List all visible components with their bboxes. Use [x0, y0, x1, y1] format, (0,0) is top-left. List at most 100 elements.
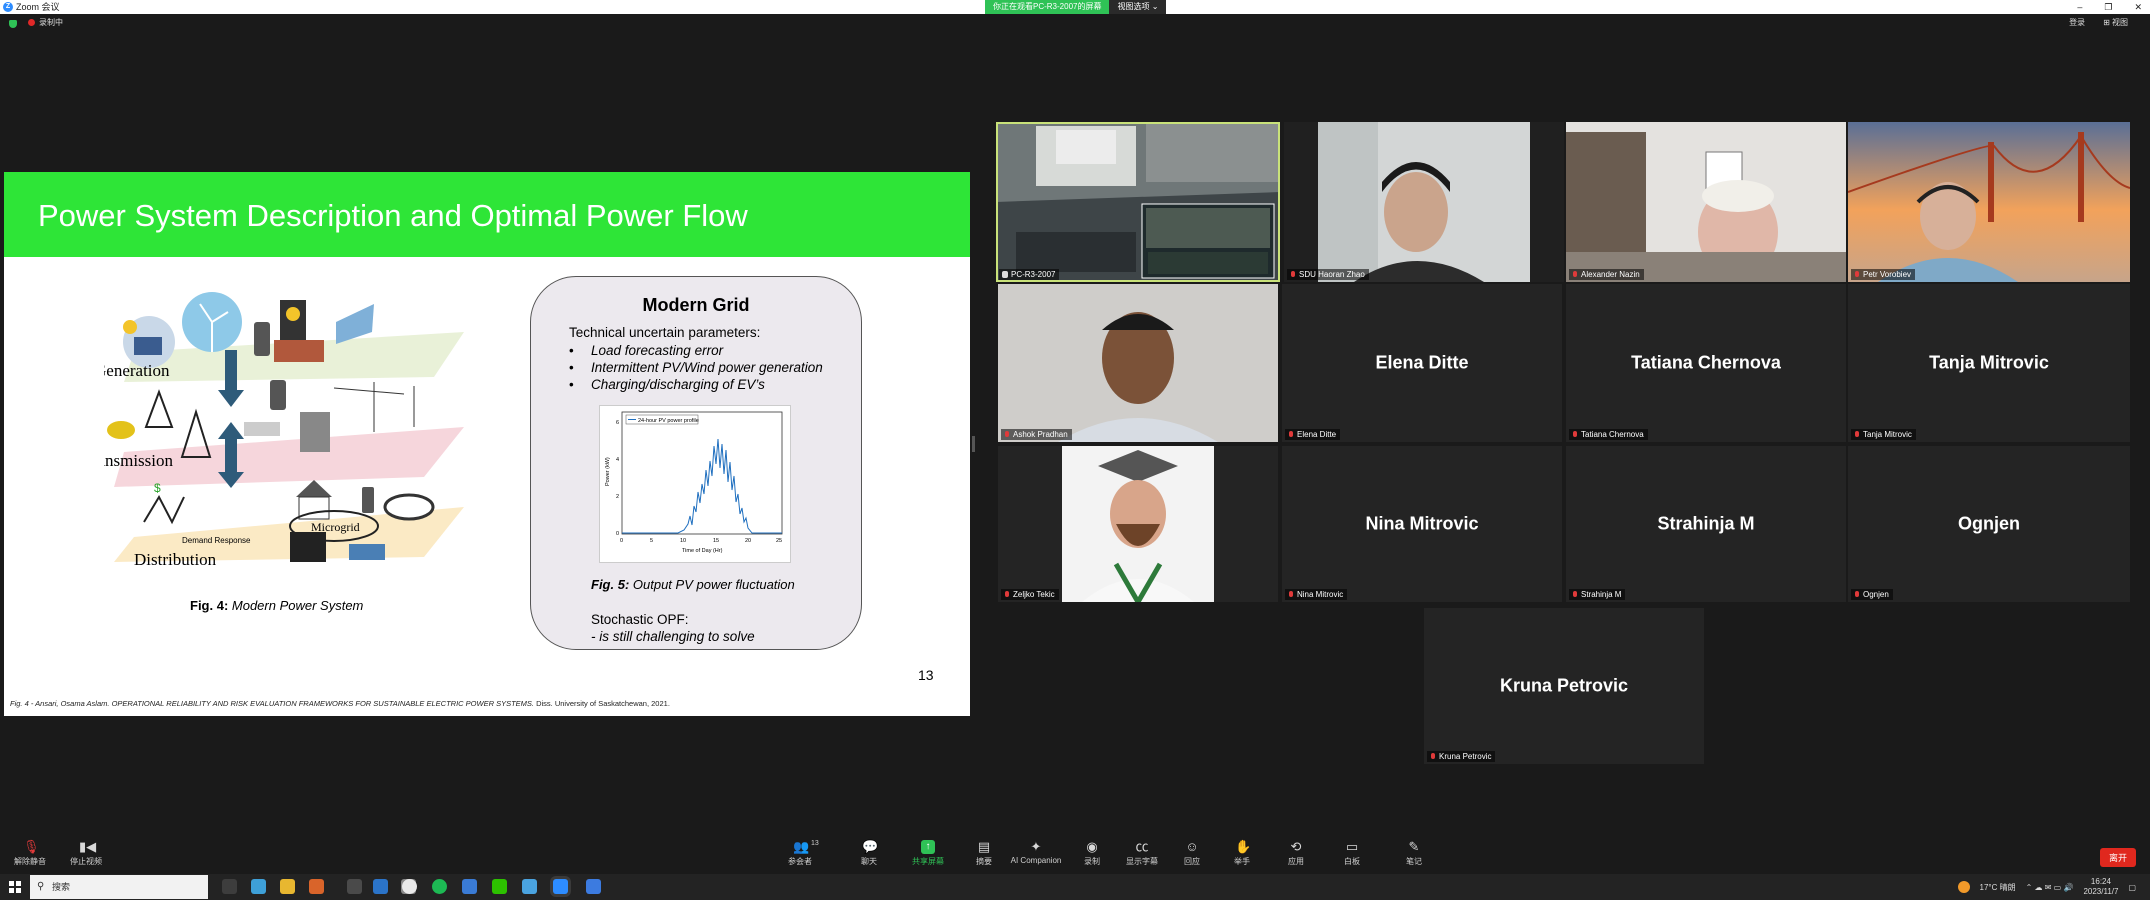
participant-name: Kruna Petrovic	[1439, 752, 1492, 761]
video-tile-kruna-petrovic[interactable]: Kruna Petrovic Kruna Petrovic	[1424, 608, 1704, 764]
close-button[interactable]: ✕	[2134, 0, 2142, 14]
whiteboard-icon: ▭	[1345, 839, 1359, 854]
solar-row-icon	[349, 544, 385, 560]
summary-button[interactable]: ▤ 摘要	[956, 840, 1012, 867]
wechat-icon[interactable]	[492, 879, 507, 894]
video-tile-sdu-haoran-zhao[interactable]: SDU Haoran Zhao	[1284, 122, 1564, 282]
taskbar-search-input[interactable]: ⚲ 搜索	[30, 875, 208, 899]
x-tick: 10	[680, 538, 686, 544]
pv-curve	[622, 438, 782, 534]
leave-button[interactable]: 离开	[2099, 848, 2136, 867]
spotify-icon[interactable]	[432, 879, 447, 894]
arrow-up-down-icon	[225, 437, 237, 473]
captions-label: 显示字幕	[1126, 857, 1158, 866]
stochastic-line-1: Stochastic OPF:	[591, 612, 689, 627]
mic-muted-icon	[1290, 271, 1296, 278]
demand-wave-icon	[143, 494, 185, 525]
video-tile-pc-r3-2007[interactable]: PC-R3-2007	[996, 122, 1280, 282]
participant-video	[1566, 122, 1846, 282]
recording-indicator[interactable]: 录制中	[28, 17, 63, 28]
view-options-button[interactable]: 视图选项 ⌄	[1109, 0, 1167, 14]
participant-name: Strahinja M	[1581, 590, 1622, 599]
captions-button[interactable]: ㏄显示字幕	[1114, 840, 1170, 867]
chat-button[interactable]: 💬 聊天	[841, 840, 897, 867]
share-banner: 你正在观看PC-R3-2007的屏幕 视图选项 ⌄	[985, 0, 1167, 14]
participant-display-name: Elena Ditte	[1375, 352, 1469, 373]
search-icon: ⚲	[37, 881, 45, 892]
summary-icon: ▤	[977, 839, 991, 854]
reactions-button[interactable]: ☺ 回应	[1164, 840, 1220, 867]
app-icon[interactable]	[522, 879, 537, 894]
share-screen-button[interactable]: ↑ 共享屏幕	[900, 840, 956, 867]
whiteboard-label: 白板	[1344, 857, 1360, 866]
video-tile-strahinja-m[interactable]: Strahinja M Strahinja M	[1566, 446, 1846, 602]
participant-nameplate: Ashok Pradhan	[1001, 429, 1072, 440]
windows-start-icon[interactable]	[9, 881, 21, 893]
start-video-button[interactable]: ▮◀ 停止视频	[58, 840, 114, 867]
notification-icon[interactable]: ▢	[2128, 883, 2136, 892]
building-icon	[290, 532, 326, 562]
login-button[interactable]: 登录	[2069, 17, 2085, 28]
tray-icons[interactable]: ⌃ ☁ ✉ ▭ 🔊	[2026, 883, 2074, 892]
panel-splitter-handle[interactable]	[972, 436, 975, 452]
unmute-label: 解除静音	[14, 857, 46, 866]
notes-button[interactable]: ✎ 笔记	[1386, 840, 1442, 867]
summary-label: 摘要	[976, 857, 992, 866]
record-button[interactable]: ◉ 录制	[1064, 840, 1120, 867]
video-tile-ashok-pradhan[interactable]: Ashok Pradhan	[998, 284, 1278, 442]
video-tile-ognjen[interactable]: Ognjen Ognjen	[1848, 446, 2130, 602]
participant-name: Elena Ditte	[1297, 430, 1337, 439]
participant-display-name: Ognjen	[1958, 513, 2020, 534]
apps-label: 应用	[1288, 857, 1304, 866]
ev-car-icon	[107, 421, 135, 439]
classroom-video	[996, 122, 1280, 282]
video-tile-zeljko-tekic[interactable]: Zeljko Tekic	[998, 446, 1278, 602]
x-tick: 25	[776, 538, 782, 544]
task-view-icon[interactable]	[222, 879, 237, 894]
video-tile-petr-vorobiev[interactable]: Petr Vorobiev	[1848, 122, 2130, 282]
video-tile-tanja-mitrovic[interactable]: Tanja Mitrovic Tanja Mitrovic	[1848, 284, 2130, 442]
file-explorer-icon[interactable]	[280, 879, 295, 894]
minimize-button[interactable]: –	[2077, 0, 2082, 14]
ai-companion-button[interactable]: ✦ AI Companion	[1008, 840, 1064, 866]
maximize-button[interactable]: ❐	[2104, 0, 2112, 14]
participant-nameplate: Tanja Mitrovic	[1851, 429, 1916, 440]
modern-grid-subtitle: Technical uncertain parameters:	[569, 325, 761, 340]
record-dot-icon	[28, 19, 35, 26]
x-tick: 0	[620, 538, 623, 544]
weather-icon[interactable]	[1957, 881, 1970, 893]
house-icon	[296, 480, 332, 497]
participants-count: 13	[811, 840, 819, 847]
distribution-label: Distribution	[134, 550, 217, 569]
video-tile-tatiana-chernova[interactable]: Tatiana Chernova Tatiana Chernova	[1566, 284, 1846, 442]
unmute-button[interactable]: 🎙 解除静音	[2, 840, 58, 867]
whiteboard-button[interactable]: ▭ 白板	[1324, 840, 1380, 867]
raise-hand-button[interactable]: ✋ 举手	[1214, 840, 1270, 867]
zoom-taskbar-icon[interactable]	[553, 879, 568, 894]
app-icon[interactable]	[373, 879, 388, 894]
participant-name: Nina Mitrovic	[1297, 590, 1344, 599]
mic-muted-icon: 🎙	[23, 839, 40, 854]
participant-nameplate: Kruna Petrovic	[1427, 751, 1496, 762]
clock[interactable]: 16:24 2023/11/7	[2083, 877, 2118, 897]
video-tile-elena-ditte[interactable]: Elena Ditte Elena Ditte	[1282, 284, 1562, 442]
video-tile-alexander-nazin[interactable]: Alexander Nazin	[1566, 122, 1846, 282]
modern-grid-box: Modern Grid Technical uncertain paramete…	[530, 276, 862, 650]
participants-label: 参会者	[788, 857, 812, 866]
outlook-icon[interactable]	[309, 879, 324, 894]
weather-text[interactable]: 17°C 晴朗	[1980, 882, 2016, 893]
app-icon[interactable]	[586, 879, 601, 894]
apps-button[interactable]: ⟲ 应用	[1268, 840, 1324, 867]
settings-icon[interactable]	[347, 879, 362, 894]
video-tile-nina-mitrovic[interactable]: Nina Mitrovic Nina Mitrovic	[1282, 446, 1562, 602]
participants-button[interactable]: 👥 参会者	[772, 840, 828, 867]
view-button[interactable]: ⊞ 视图	[2103, 17, 2128, 28]
chrome-icon[interactable]	[402, 879, 417, 894]
app-icon[interactable]	[251, 879, 266, 894]
app-icon[interactable]	[462, 879, 477, 894]
fig5-text: Output PV power fluctuation	[629, 577, 795, 592]
participant-name: Petr Vorobiev	[1863, 270, 1912, 279]
participant-nameplate: Strahinja M	[1569, 589, 1626, 600]
list-item: Load forecasting error	[569, 343, 823, 360]
security-shield-icon[interactable]	[9, 20, 17, 28]
